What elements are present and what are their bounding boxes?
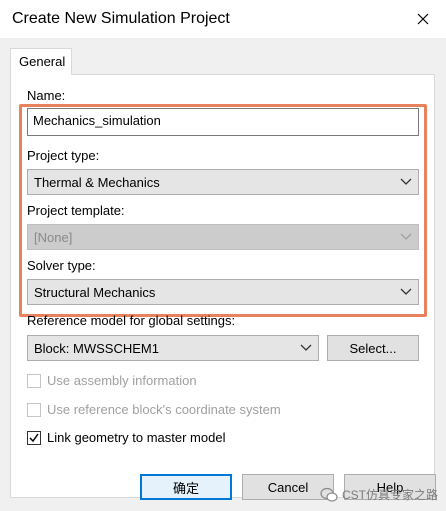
- chevron-down-icon: [400, 233, 412, 240]
- project-type-label: Project type:: [27, 148, 100, 163]
- watermark: CST仿真专家之路: [320, 486, 438, 503]
- title-bar: Create New Simulation Project: [0, 0, 446, 38]
- reference-model-value: Block: MWSSCHEM1: [34, 341, 159, 356]
- project-template-select: [None]: [27, 224, 419, 250]
- chevron-down-icon: [300, 344, 312, 351]
- chat-bubble-icon: [320, 487, 338, 502]
- project-template-label: Project template:: [27, 203, 125, 218]
- checkmark-icon: [29, 433, 39, 443]
- use-reference-block-label: Use reference block's coordinate system: [47, 402, 281, 417]
- use-assembly-label: Use assembly information: [47, 373, 197, 388]
- project-type-select[interactable]: Thermal & Mechanics: [27, 169, 419, 195]
- name-label: Name:: [27, 88, 66, 103]
- window-title: Create New Simulation Project: [12, 10, 230, 27]
- project-template-value: [None]: [34, 230, 73, 245]
- tab-general[interactable]: General: [10, 48, 72, 75]
- name-input[interactable]: Mechanics_simulation: [27, 108, 419, 136]
- solver-type-label: Solver type:: [27, 258, 96, 273]
- solver-type-select[interactable]: Structural Mechanics: [27, 279, 419, 305]
- close-button[interactable]: [400, 0, 446, 38]
- link-geometry-checkbox[interactable]: [27, 431, 41, 445]
- ok-button[interactable]: 确定: [140, 474, 232, 500]
- chevron-down-icon: [400, 178, 412, 185]
- reference-model-label: Reference model for global settings:: [27, 313, 236, 328]
- solver-type-value: Structural Mechanics: [34, 285, 156, 300]
- use-assembly-checkbox: [27, 374, 41, 388]
- project-type-value: Thermal & Mechanics: [34, 175, 160, 190]
- chevron-down-icon: [400, 288, 412, 295]
- watermark-text: CST仿真专家之路: [341, 488, 438, 502]
- select-button[interactable]: Select...: [327, 335, 419, 361]
- reference-model-select[interactable]: Block: MWSSCHEM1: [27, 335, 319, 361]
- use-reference-block-checkbox: [27, 403, 41, 417]
- close-icon: [417, 13, 429, 25]
- link-geometry-label: Link geometry to master model: [47, 430, 226, 445]
